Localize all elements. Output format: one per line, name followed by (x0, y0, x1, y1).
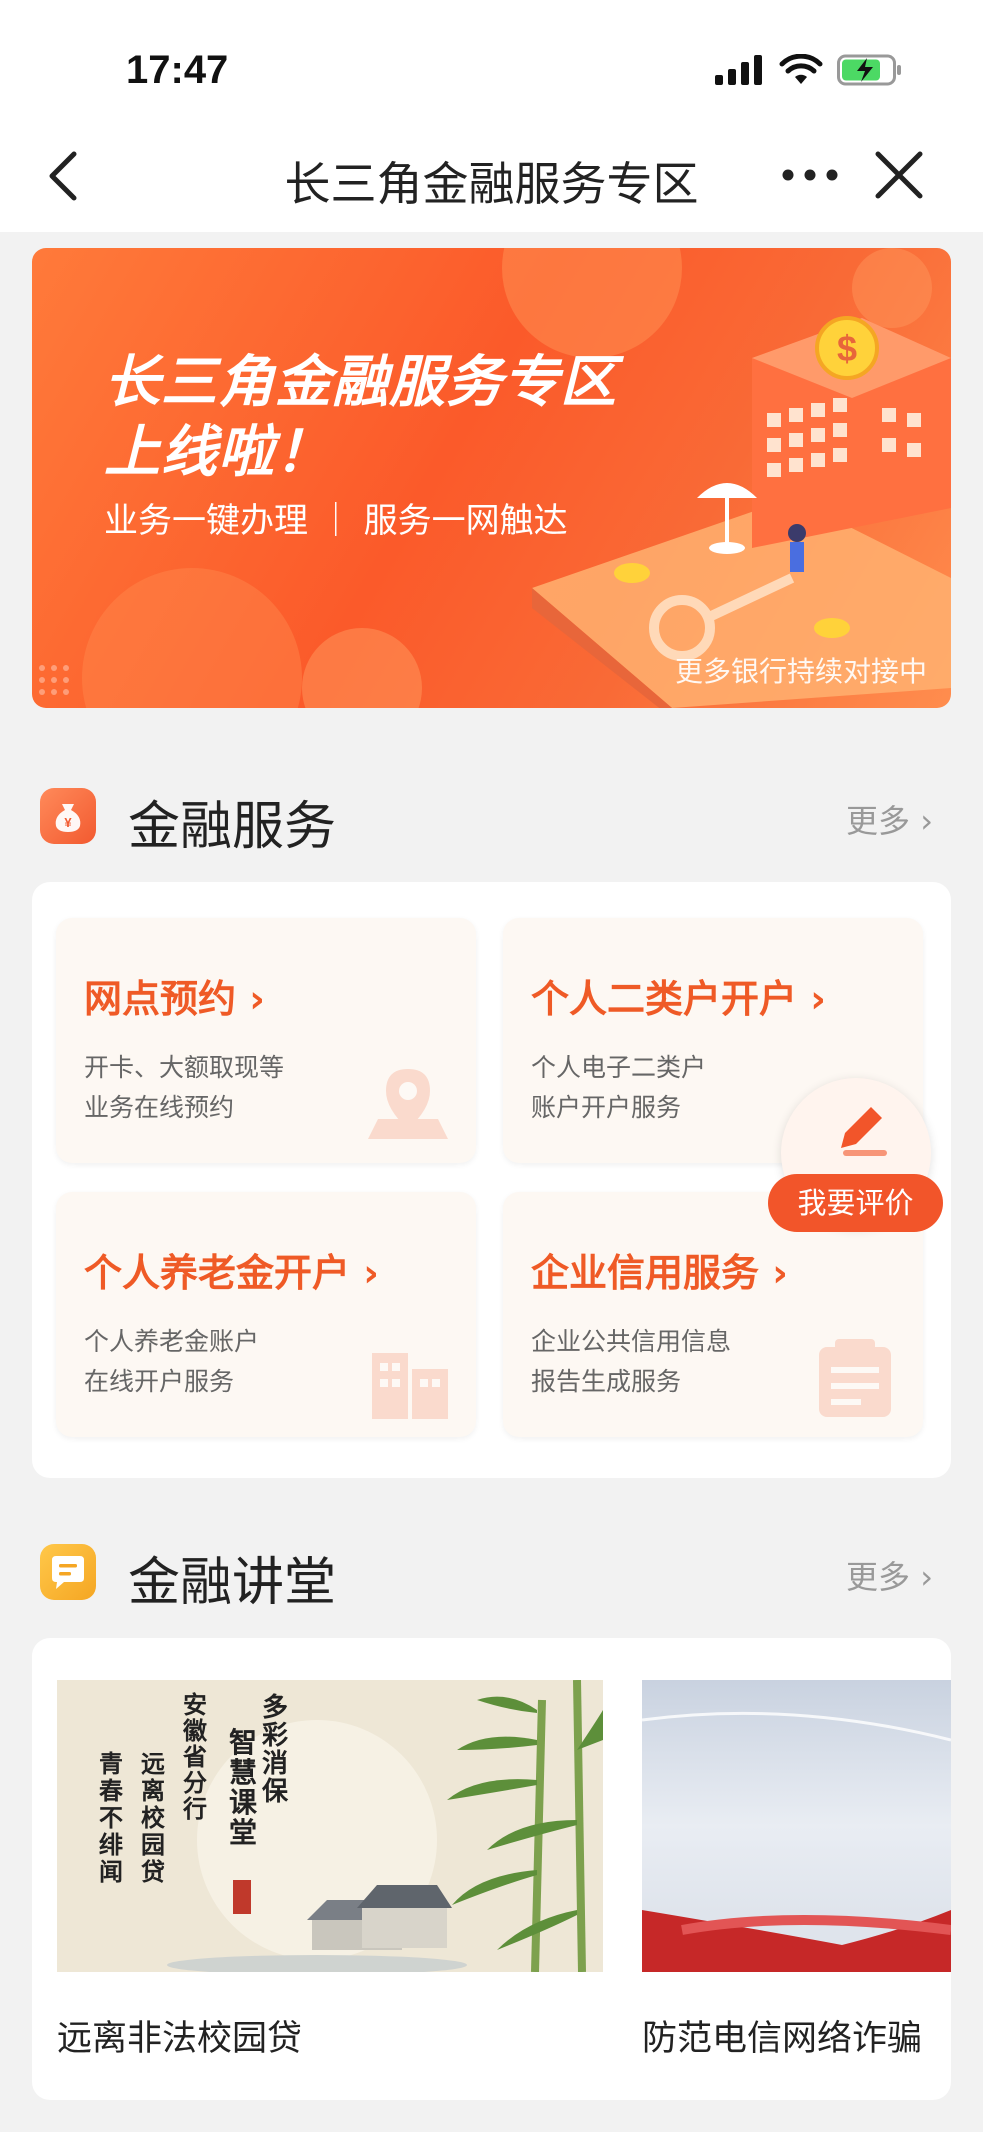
nav-bar: 长三角金融服务专区 (0, 120, 983, 232)
class-item-1-thumbnail[interactable]: 多彩消保 智慧课堂 安徽省分行 远离校园贷 青春不绯闻 (57, 1680, 603, 1972)
svg-text:$: $ (837, 328, 857, 369)
banner-footer: 更多银行持续对接中 (674, 655, 927, 688)
rate-button-label: 我要评价 (768, 1174, 943, 1232)
wifi-icon (779, 54, 823, 84)
service-desc: 个人电子二类户 账户开户服务 (531, 1053, 707, 1122)
poster-image (642, 1711, 951, 1972)
chat-bubble-icon (40, 1544, 96, 1600)
poster-text-2: 智慧课堂 (229, 1726, 258, 1849)
banner-title-line1: 长三角金融服务专区 (104, 350, 617, 415)
svg-text:¥: ¥ (64, 815, 72, 830)
finance-class-more-label: 更多 (846, 1558, 911, 1596)
signal-icon (715, 55, 762, 85)
finance-services-title: 金融服务 (128, 797, 337, 857)
service-desc: 开卡、大额取现等 业务在线预约 (84, 1053, 285, 1122)
close-icon[interactable] (870, 146, 928, 204)
location-pin-icon (368, 1069, 448, 1139)
chevron-right-icon: › (920, 802, 933, 840)
banner-subtitle: 业务一键办理 ｜ 服务一网触达 (104, 501, 568, 541)
more-dots-icon[interactable] (778, 150, 842, 200)
service-title: 企业信用服务 › (531, 1251, 788, 1295)
service-branch-appointment[interactable]: 网点预约 › 开卡、大额取现等 业务在线预约 (56, 918, 476, 1163)
banner-title: 长三角金融服务专区 上线啦！ (104, 348, 617, 488)
service-title: 网点预约 › (84, 977, 265, 1021)
promo-banner[interactable]: $ 长三角金融服务专区 上线啦！ 业务一键办理 ｜ 服务一网触达 更多银行持续对… (32, 248, 951, 708)
service-desc: 个人养老金账户 在线开户服务 (84, 1327, 260, 1396)
status-bar: 17:47 (0, 0, 983, 135)
status-time: 17:47 (126, 48, 229, 92)
service-pension-account[interactable]: 个人养老金开户 › 个人养老金账户 在线开户服务 (56, 1192, 476, 1437)
status-icons (715, 54, 903, 86)
service-title: 个人二类户开户 › (531, 977, 826, 1021)
service-desc: 企业公共信用信息 报告生成服务 (531, 1327, 732, 1396)
poster-text-1: 多彩消保 (262, 1693, 289, 1807)
pencil-icon (841, 1107, 887, 1156)
poster-vertical-texts: 多彩消保 智慧课堂 安徽省分行 远离校园贷 青春不绯闻 (57, 1680, 603, 1972)
rate-button[interactable]: 我要评价 (768, 1078, 943, 1238)
finance-class-header: 金融讲堂 更多 › (40, 1536, 943, 1613)
document-icon (819, 1339, 891, 1417)
finance-services-header: ¥ 金融服务 更多 › (40, 780, 943, 857)
building-icon (372, 1353, 448, 1419)
class-item-2-caption[interactable]: 防范电信网络诈骗 (642, 2010, 922, 2061)
poster-text-3: 安徽省分行 (183, 1690, 207, 1823)
service-title: 个人养老金开户 › (84, 1251, 379, 1295)
finance-services-more-label: 更多 (846, 802, 911, 840)
finance-class-more-link[interactable]: 更多 › (846, 1552, 933, 1598)
poster-text-4: 远离校园贷 (141, 1749, 165, 1886)
chevron-right-icon: › (920, 1558, 933, 1596)
poster-text-5: 青春不绯闻 (99, 1749, 123, 1886)
finance-class-title: 金融讲堂 (128, 1553, 337, 1613)
finance-services-more-link[interactable]: 更多 › (846, 796, 933, 842)
battery-icon (837, 54, 901, 86)
class-item-2-thumbnail[interactable] (642, 1680, 951, 1972)
class-item-1-caption[interactable]: 远离非法校园贷 (57, 2010, 302, 2061)
banner-title-line2: 上线啦！ (104, 420, 332, 485)
money-bag-icon: ¥ (40, 788, 96, 844)
